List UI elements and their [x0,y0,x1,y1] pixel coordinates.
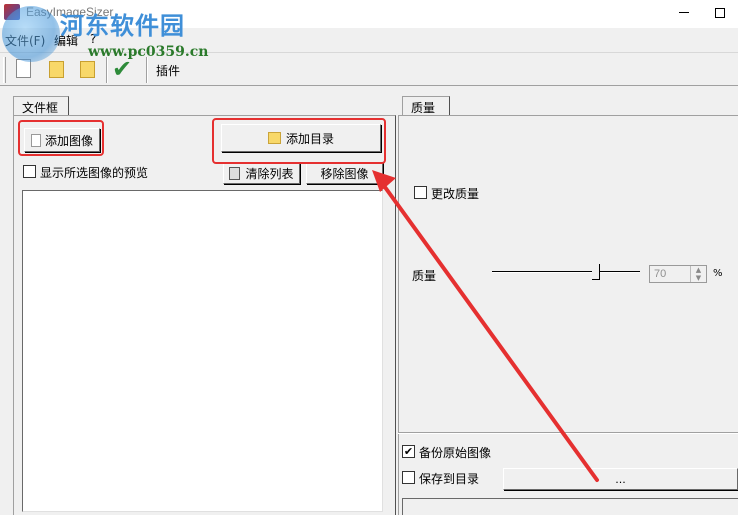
clear-list-button[interactable]: 清除列表 [223,162,300,184]
checkmark-icon[interactable]: ✔ [112,55,132,83]
tab-file-box[interactable]: 文件框 [13,96,69,116]
change-quality-label: 更改质量 [431,187,480,201]
toolbar-separator [106,57,108,83]
maximize-icon [715,8,725,18]
menu-help[interactable]: ? [90,32,96,46]
app-icon [4,4,20,20]
toolbar-separator [146,57,148,83]
toolbar: ✔ 插件 [0,52,738,86]
folder-icon [267,132,281,144]
quality-spinbox[interactable]: 70 ▲ ▼ [649,265,707,283]
browse-label: ... [615,472,626,486]
remove-image-button[interactable]: 移除图像 [306,162,383,184]
quality-label: 质量 [412,269,437,283]
toolbar-grip [3,57,6,83]
spin-arrows-icon[interactable]: ▲ ▼ [690,266,706,282]
add-folder-label: 添加目录 [285,131,334,146]
divider [398,432,738,434]
change-quality-checkbox[interactable] [414,186,427,199]
file-list[interactable] [22,190,383,512]
plugin-menu[interactable]: 插件 [156,62,180,79]
document-icon [30,133,41,147]
folder-icon[interactable] [80,61,95,78]
folder-icon[interactable] [49,61,64,78]
menu-file[interactable]: 文件(F) [5,32,45,49]
show-preview-checkbox[interactable] [23,165,36,178]
minimize-button[interactable] [669,2,699,24]
new-document-icon[interactable] [16,59,31,78]
save-to-folder-label: 保存到目录 [419,472,480,486]
menu-bar: 文件(F) 编辑 ? [0,28,738,50]
quality-value: 70 [654,268,667,280]
backup-checkbox[interactable]: ✔ [402,445,415,458]
remove-image-label: 移除图像 [320,166,369,181]
quality-slider-track[interactable] [492,271,640,273]
show-preview-label: 显示所选图像的预览 [40,166,149,180]
trash-icon [229,166,241,180]
tab-quality[interactable]: 质量 [402,96,450,116]
destination-path-field[interactable] [402,498,738,515]
add-folder-button[interactable]: 添加目录 [221,124,381,152]
save-to-folder-checkbox[interactable] [402,471,415,484]
maximize-button[interactable] [705,2,735,24]
browse-button[interactable]: ... [503,468,738,490]
quality-slider-thumb[interactable] [591,264,600,280]
add-image-label: 添加图像 [44,133,93,148]
add-image-button[interactable]: 添加图像 [24,128,100,152]
title-bar: EasyImageSizer [0,0,738,28]
window-title: EasyImageSizer [26,5,114,19]
quality-unit: % [713,268,723,279]
menu-edit[interactable]: 编辑 [54,32,78,49]
clear-list-label: 清除列表 [245,166,294,181]
backup-label: 备份原始图像 [419,446,492,460]
minimize-icon [679,12,689,13]
